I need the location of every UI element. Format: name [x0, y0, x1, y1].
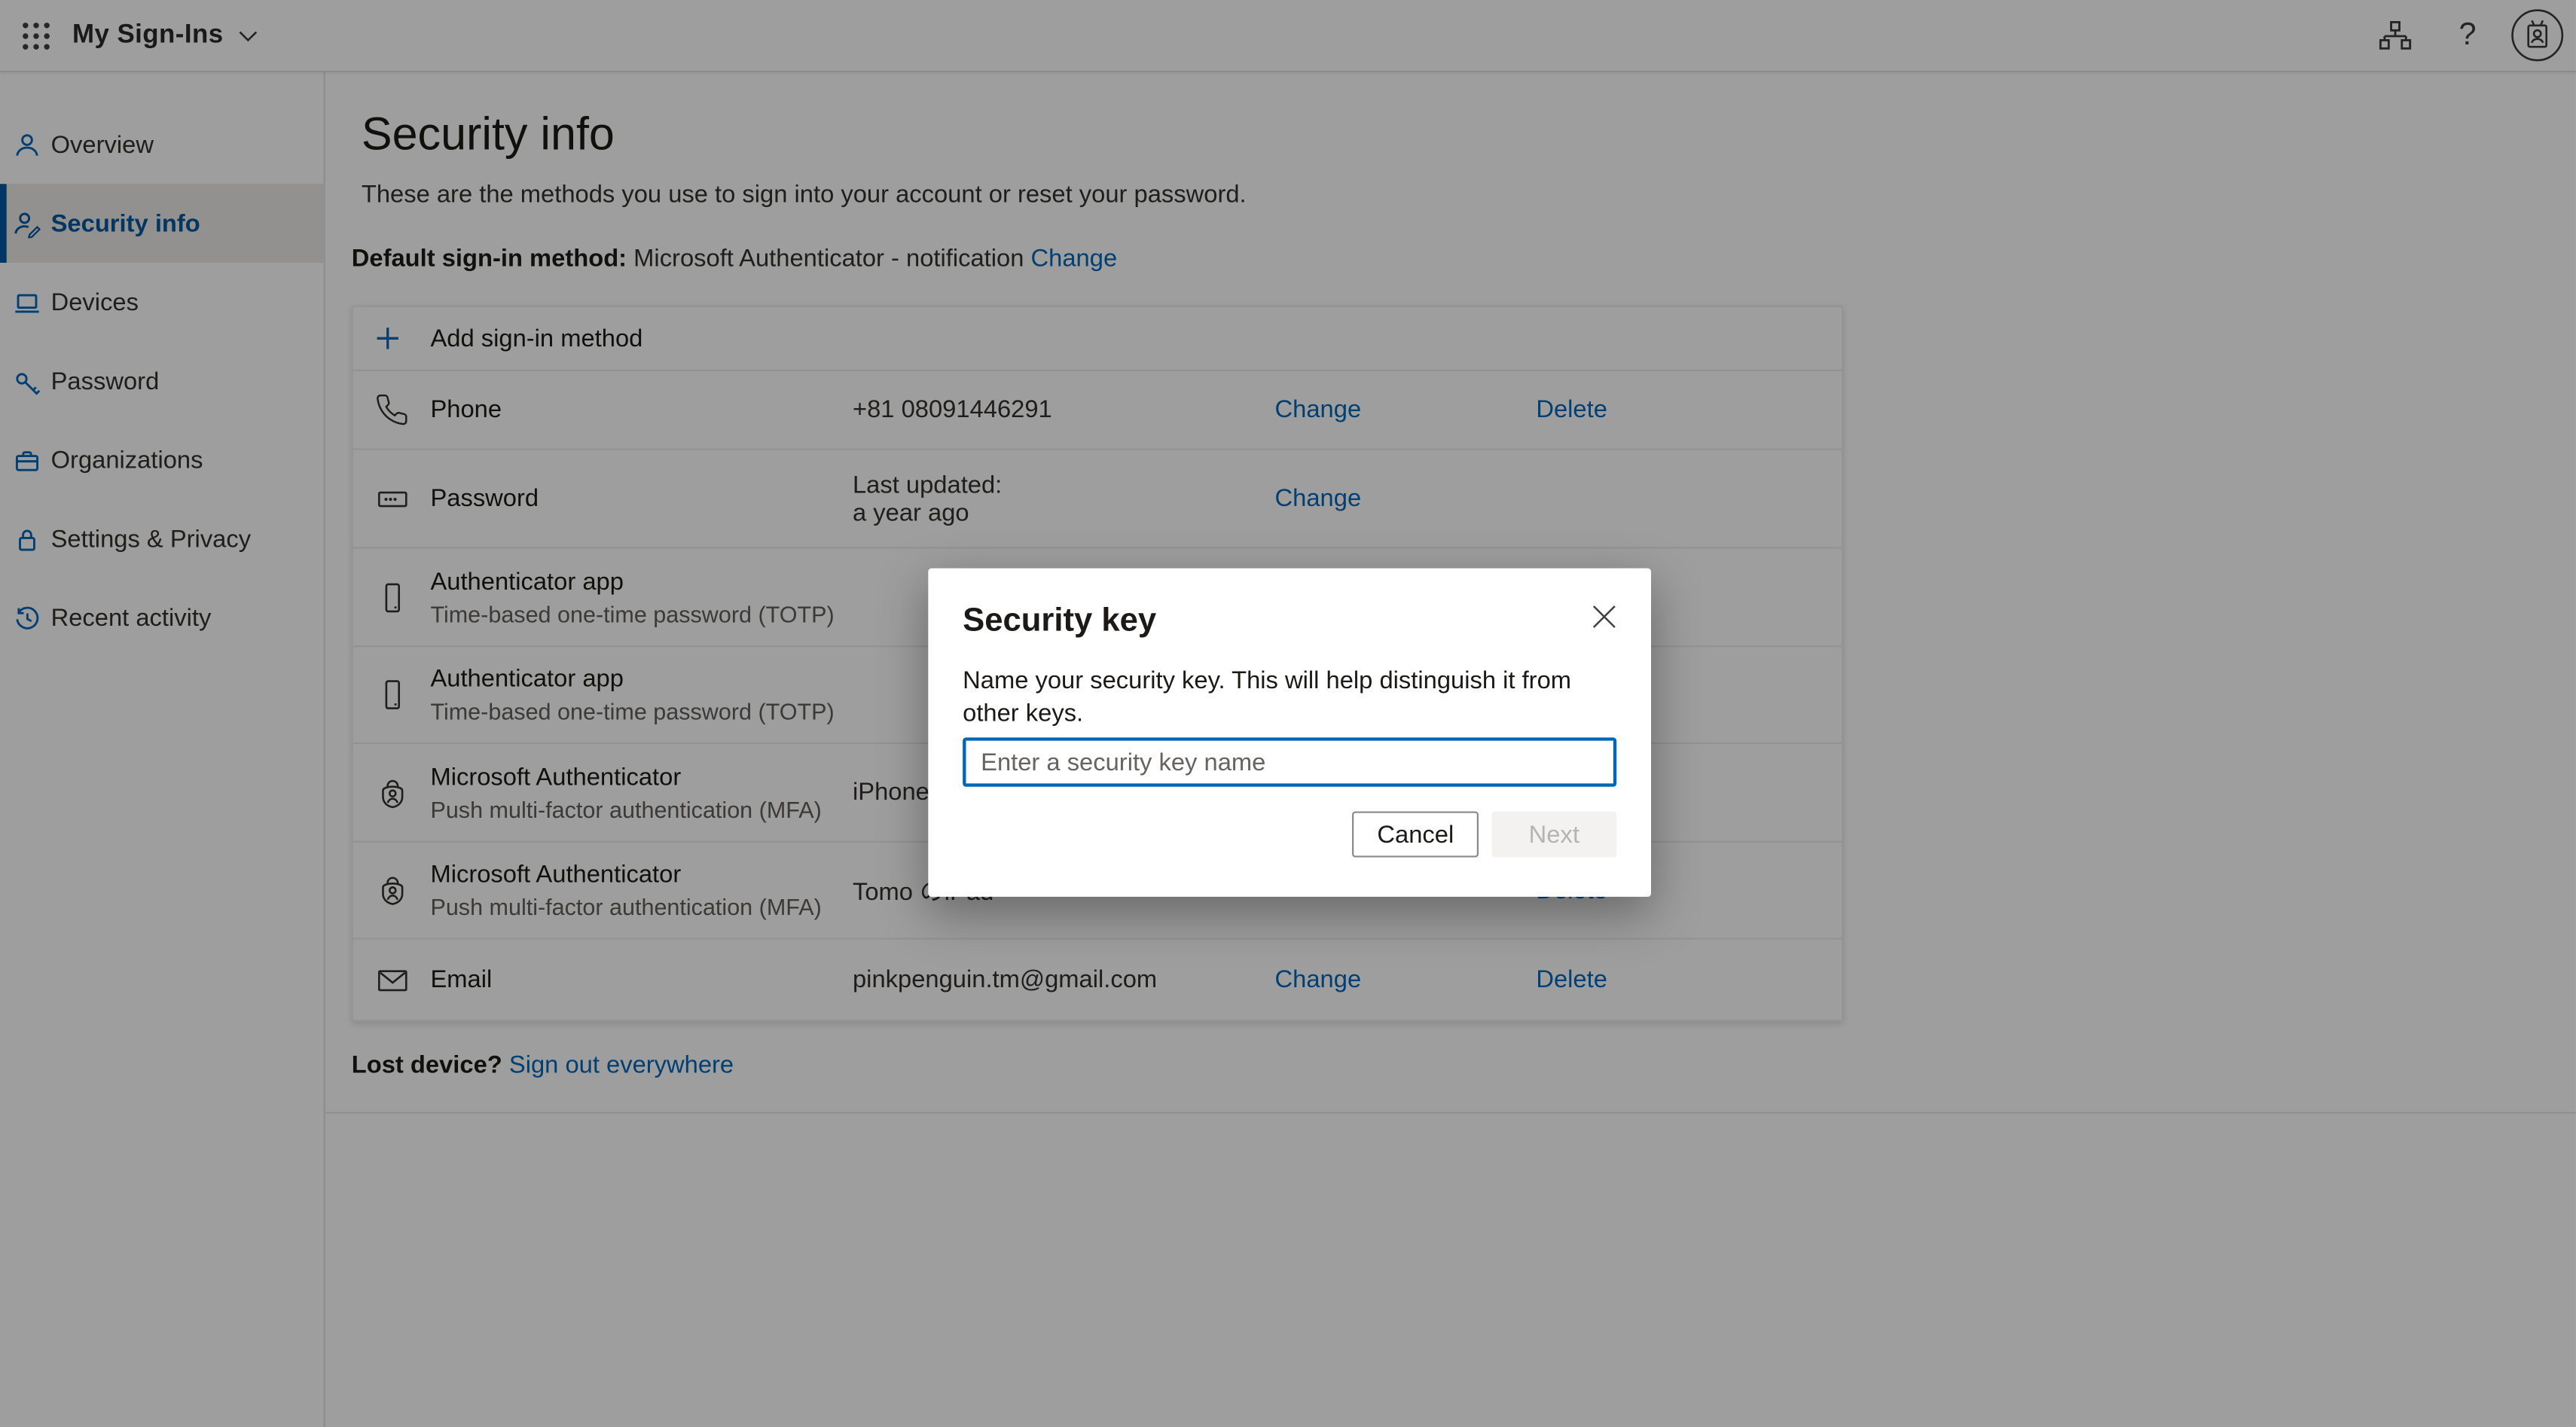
my-signins-app: My Sign-Ins ? — [0, 0, 2576, 1427]
close-icon — [1591, 604, 1616, 629]
security-key-name-input[interactable] — [963, 737, 1616, 786]
cancel-button[interactable]: Cancel — [1353, 811, 1479, 857]
dialog-title: Security key — [963, 601, 1616, 640]
close-button[interactable] — [1587, 599, 1620, 633]
next-button[interactable]: Next — [1491, 811, 1616, 857]
dialog-message: Name your security key. This will help d… — [963, 665, 1616, 730]
dialog-buttons: Cancel Next — [963, 811, 1616, 857]
security-key-dialog: Security key Name your security key. Thi… — [928, 569, 1651, 897]
